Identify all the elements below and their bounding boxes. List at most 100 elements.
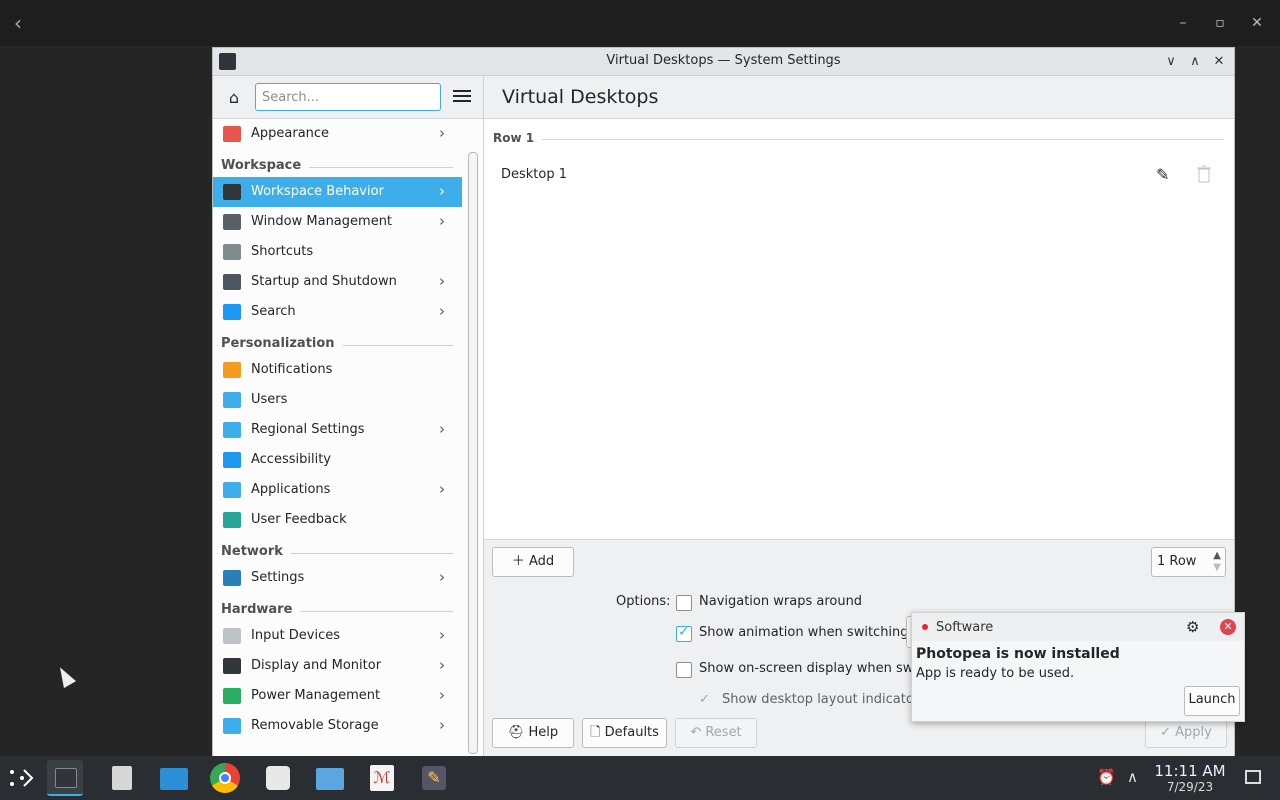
window-maximize-icon[interactable]: ∧ — [1185, 52, 1205, 72]
sidebar-scrollbar[interactable] — [468, 152, 478, 754]
taskbar-dolphin[interactable] — [156, 760, 192, 796]
show-desktop-icon[interactable] — [1245, 770, 1261, 784]
delete-trash-icon[interactable] — [1196, 165, 1212, 183]
search-input[interactable] — [255, 83, 441, 111]
clock-time[interactable]: 11:11 AM — [1150, 762, 1230, 780]
maximize-icon[interactable]: ▫ — [1209, 12, 1231, 34]
window-minimize-icon[interactable]: ∨ — [1161, 52, 1181, 72]
home-folder-icon — [316, 768, 344, 790]
checkmark-icon[interactable]: ✓ — [699, 692, 710, 707]
sidebar: ⌂ Appearance › Workspace Workspace Behavior… — [213, 76, 484, 758]
taskbar-home-folder[interactable] — [312, 760, 348, 796]
rows-spinbox[interactable]: 1 Row ▲ ▼ — [1151, 547, 1226, 577]
home-icon[interactable]: ⌂ — [223, 87, 245, 109]
notification-app-name: Software — [936, 620, 994, 635]
taskbar-files[interactable] — [104, 760, 140, 796]
spin-down-icon[interactable]: ▼ — [1213, 562, 1221, 573]
sidebar-item-settings[interactable]: Settings › — [213, 563, 462, 593]
sidebar-item-search[interactable]: Search › — [213, 297, 462, 327]
input-devices-icon — [223, 628, 241, 644]
add-desktop-button[interactable]: ＋ Add — [492, 547, 574, 577]
minimize-icon[interactable]: – — [1172, 12, 1194, 34]
applications-icon — [223, 482, 241, 498]
sidebar-item-label: Shortcuts — [251, 244, 314, 259]
rename-pencil-icon[interactable]: ✎ — [1156, 165, 1169, 184]
chrome-icon — [210, 763, 240, 793]
system-settings-icon — [55, 768, 77, 788]
sidebar-item-label: Regional Settings — [251, 422, 365, 437]
brush-icon: ✎ — [422, 766, 446, 790]
sidebar-item-label: Startup and Shutdown — [251, 274, 397, 289]
show-animation-label: Show animation when switching: — [699, 625, 913, 640]
software-app-icon — [922, 624, 928, 630]
regional-settings-icon — [223, 422, 241, 438]
sidebar-item-notifications[interactable]: Notifications — [213, 355, 462, 385]
window-close-icon[interactable]: ✕ — [1209, 52, 1229, 72]
sidebar-header: ⌂ — [213, 76, 483, 119]
show-layout-indicators-label: Show desktop layout indicators — [722, 692, 926, 707]
sidebar-item-users[interactable]: Users — [213, 385, 462, 415]
alarm-icon[interactable]: ⏰ — [1097, 768, 1116, 786]
add-label: Add — [528, 554, 555, 569]
sidebar-item-user-feedback[interactable]: User Feedback — [213, 505, 462, 535]
section-title: Personalization — [221, 336, 343, 351]
chevron-right-icon: › — [439, 272, 445, 290]
window-title: Virtual Desktops — System Settings — [606, 53, 841, 68]
sidebar-item-applications[interactable]: Applications › — [213, 475, 462, 505]
show-animation-checkbox[interactable] — [676, 624, 692, 642]
hamburger-menu-icon[interactable] — [453, 87, 471, 107]
row-heading: Row 1 — [493, 131, 535, 145]
taskbar-discover[interactable] — [260, 760, 296, 796]
taskbar-okular[interactable]: ℳ — [364, 760, 400, 796]
taskbar-system-settings[interactable] — [47, 760, 83, 796]
row-divider — [542, 139, 1224, 140]
navigation-wraps-checkbox[interactable] — [676, 595, 692, 611]
sidebar-item-label: Window Management — [251, 214, 393, 229]
desktop-name[interactable]: Desktop 1 — [501, 167, 567, 182]
apply-label: Apply — [1175, 725, 1212, 740]
reset-button[interactable]: ↶ Reset — [675, 718, 757, 748]
sidebar-item-regional-settings[interactable]: Regional Settings › — [213, 415, 462, 445]
spin-up-icon[interactable]: ▲ — [1213, 550, 1221, 561]
sidebar-item-label: Settings — [251, 570, 305, 585]
chevron-right-icon: › — [439, 302, 445, 320]
plus-icon: ＋ — [511, 554, 529, 569]
taskbar-chrome[interactable] — [207, 760, 243, 796]
sidebar-item-appearance[interactable]: Appearance › — [213, 119, 462, 149]
sidebar-item-shortcuts[interactable]: Shortcuts — [213, 237, 462, 267]
chevron-right-icon: › — [439, 656, 445, 674]
defaults-button[interactable]: 🗋 Defaults — [582, 718, 667, 748]
undo-icon: ↶ — [690, 725, 706, 740]
launch-button[interactable]: Launch — [1184, 686, 1240, 716]
app-launcher-icon[interactable] — [8, 766, 36, 790]
rows-value: 1 Row — [1157, 554, 1197, 569]
options-label: Options: — [616, 594, 671, 609]
tray-expand-icon[interactable]: ∧ — [1127, 768, 1138, 786]
workspace-behavior-icon — [223, 184, 241, 200]
close-icon[interactable]: ✕ — [1246, 12, 1268, 34]
discover-icon — [266, 766, 290, 790]
page-title: Virtual Desktops — [502, 86, 659, 108]
sidebar-item-power-management[interactable]: Power Management › — [213, 681, 462, 711]
document-icon — [112, 766, 132, 790]
apply-button[interactable]: ✓ Apply — [1145, 718, 1227, 748]
show-osd-checkbox[interactable] — [676, 662, 692, 678]
sidebar-item-workspace-behavior[interactable]: Workspace Behavior › — [213, 177, 462, 207]
sidebar-item-label: Display and Monitor — [251, 658, 382, 673]
help-button[interactable]: ⛑ Help — [492, 718, 574, 748]
search-icon — [223, 304, 241, 320]
sidebar-item-window-management[interactable]: Window Management › — [213, 207, 462, 237]
clock-date[interactable]: 7/29/23 — [1150, 780, 1230, 794]
sidebar-item-display-and-monitor[interactable]: Display and Monitor › — [213, 651, 462, 681]
configure-icon[interactable]: ⚙ — [1186, 618, 1199, 636]
section-network: Network — [221, 541, 461, 563]
sidebar-item-removable-storage[interactable]: Removable Storage › — [213, 711, 462, 741]
notification-close-icon[interactable]: ✕ — [1220, 619, 1236, 635]
taskbar-paint[interactable]: ✎ — [416, 760, 452, 796]
sidebar-item-input-devices[interactable]: Input Devices › — [213, 621, 462, 651]
sidebar-item-accessibility[interactable]: Accessibility — [213, 445, 462, 475]
sidebar-item-label: User Feedback — [251, 512, 347, 527]
back-icon[interactable]: ‹ — [14, 12, 34, 34]
sidebar-item-startup-and-shutdown[interactable]: Startup and Shutdown › — [213, 267, 462, 297]
sidebar-item-label: Search — [251, 304, 296, 319]
